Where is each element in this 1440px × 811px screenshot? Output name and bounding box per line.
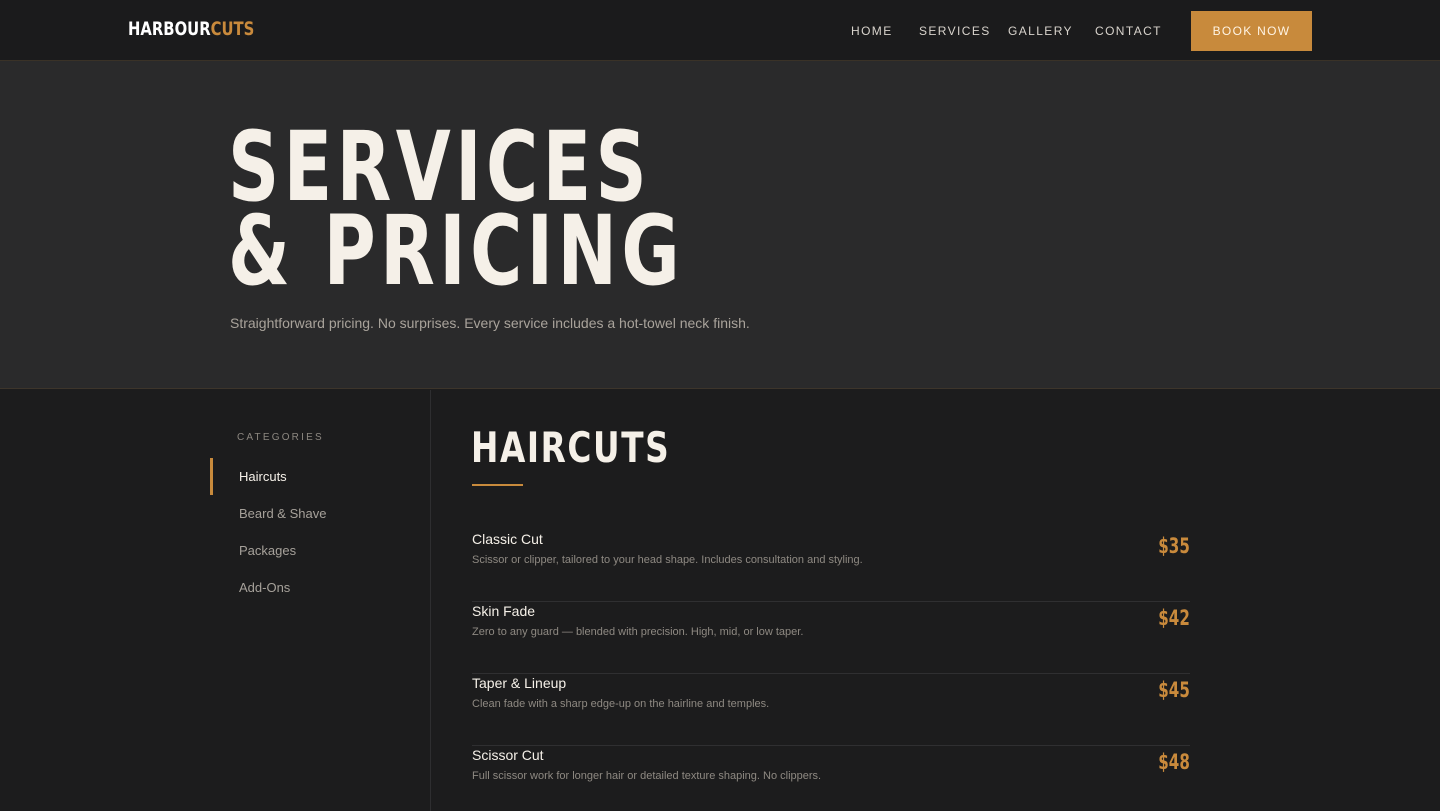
category-add-ons[interactable]: Add-Ons [239, 580, 290, 596]
service-row: Scissor Cut Full scissor work for longer… [472, 746, 1190, 811]
category-haircuts[interactable]: Haircuts [239, 469, 287, 485]
service-description: Zero to any guard — blended with precisi… [472, 626, 804, 638]
service-name: Classic Cut [472, 531, 543, 547]
sidebar-divider [430, 390, 431, 811]
hero-banner: SERVICES & PRICING Straightforward prici… [0, 61, 1440, 389]
service-name: Skin Fade [472, 603, 536, 619]
top-nav: HARBOURCUTS HOME SERVICES GALLERY CONTAC… [0, 0, 1440, 61]
brand-logo-part1: HARBOUR [128, 18, 211, 40]
active-category-indicator [210, 458, 213, 495]
service-price: $35 [1158, 534, 1190, 558]
service-name: Scissor Cut [472, 747, 544, 763]
service-row: Classic Cut Scissor or clipper, tailored… [472, 530, 1190, 602]
hero-title-line2: & PRICING [228, 195, 685, 307]
service-row: Taper & Lineup Clean fade with a sharp e… [472, 674, 1190, 746]
service-price: $42 [1158, 606, 1190, 630]
book-now-button[interactable]: BOOK NOW [1191, 11, 1312, 51]
service-description: Full scissor work for longer hair or det… [472, 770, 822, 782]
section-title: HAIRCUTS [471, 423, 671, 472]
service-price: $48 [1158, 750, 1190, 774]
nav-link-contact[interactable]: CONTACT [1095, 24, 1162, 38]
nav-link-home[interactable]: HOME [851, 24, 893, 38]
category-beard-shave[interactable]: Beard & Shave [239, 506, 326, 522]
hero-subtitle: Straightforward pricing. No surprises. E… [230, 315, 750, 331]
nav-link-gallery[interactable]: GALLERY [1008, 24, 1073, 38]
category-packages[interactable]: Packages [239, 543, 296, 559]
service-price: $45 [1158, 678, 1190, 702]
service-description: Clean fade with a sharp edge-up on the h… [472, 698, 770, 710]
brand-logo[interactable]: HARBOURCUTS [128, 17, 254, 41]
brand-logo-part2: CUTS [210, 18, 255, 40]
section-title-underline [472, 484, 523, 486]
service-name: Taper & Lineup [472, 675, 567, 691]
categories-heading: CATEGORIES [237, 432, 324, 443]
nav-link-services[interactable]: SERVICES [919, 24, 991, 38]
service-row: Skin Fade Zero to any guard — blended wi… [472, 602, 1190, 674]
service-description: Scissor or clipper, tailored to your hea… [472, 554, 863, 566]
